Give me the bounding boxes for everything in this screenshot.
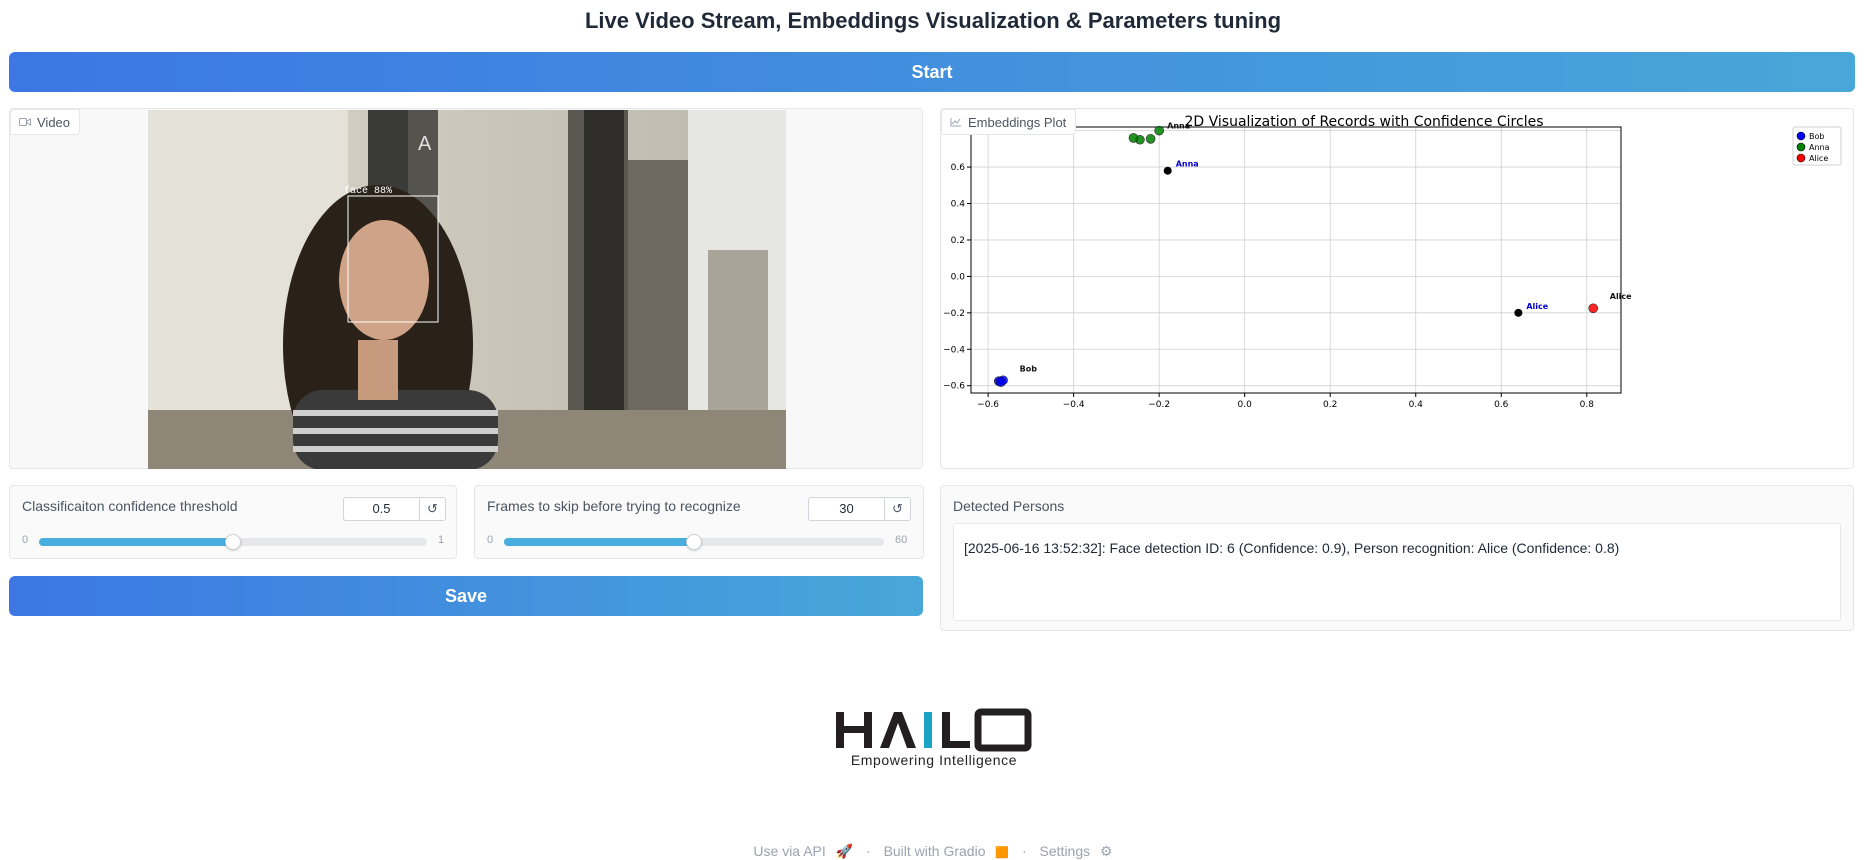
gradio-logo-icon: 🟧 [995,847,1010,859]
frames-skip-value[interactable]: 30 [809,498,885,520]
x-tick-label: −0.2 [1148,400,1170,410]
legend-label: Anna [1809,143,1830,152]
logo-tagline: Empowering Intelligence [850,752,1018,768]
y-tick-label: 0.4 [951,200,966,210]
data-point-bob [996,377,1006,387]
settings-text[interactable]: Settings [1040,843,1091,859]
x-tick-label: 0.2 [1323,400,1337,410]
confidence-threshold-label: Classificaiton confidence threshold [22,498,238,514]
point-annotation: Alice [1526,302,1548,311]
plot-label: Embeddings Plot [941,109,1077,135]
legend-label: Bob [1809,132,1824,141]
reference-point [1163,166,1172,175]
point-annotation: Anna [1176,160,1199,169]
frames-skip-fill [504,538,694,546]
data-point-alice [1588,303,1599,314]
y-tick-label: 0.0 [951,272,966,282]
confidence-track[interactable] [39,534,427,550]
page-title: Live Video Stream, Embeddings Visualizat… [584,8,1282,33]
frames-skip-thumb[interactable] [686,534,702,550]
face-box-label: face 88% [344,185,392,197]
video-frame-image: A face 88% [148,110,786,469]
save-button[interactable]: Save [9,576,923,616]
data-point-anna [1154,125,1164,136]
confidence-threshold-slider: Classificaiton confidence threshold 0.5 … [9,485,457,559]
confidence-number-input[interactable]: 0.5 ↺ [343,497,446,521]
legend-marker [1796,131,1806,141]
embeddings-chart: 2D Visualization of Records with Confide… [943,114,1842,410]
confidence-max: 1 [438,534,445,546]
rocket-icon: 🚀 [835,843,854,859]
plot-panel: Embeddings Plot 2D Visualization of Reco… [940,108,1854,469]
confidence-fill [39,538,233,546]
reference-point [1514,308,1523,317]
frames-skip-min: 0 [487,534,494,546]
confidence-thumb[interactable] [225,534,241,550]
confidence-min: 0 [22,534,29,546]
x-tick-label: −0.4 [1063,400,1085,410]
x-tick-label: 0.8 [1580,400,1595,410]
data-point-anna [1128,133,1139,143]
detected-persons-label: Detected Persons [953,498,1065,514]
legend-marker [1796,153,1806,163]
x-tick-label: 0.0 [1238,400,1253,410]
y-tick-label: 0.2 [951,236,965,246]
detected-persons-textbox[interactable]: [2025-06-16 13:52:32]: Face detection ID… [953,523,1841,621]
reset-icon[interactable]: ↺ [885,498,910,520]
footer: Use via API 🚀 · Built with Gradio 🟧 · Se… [0,843,1866,860]
detected-persons-panel: Detected Persons [2025-06-16 13:52:32]: … [940,485,1854,631]
gear-icon: ⚙ [1100,843,1113,859]
data-point-anna [1145,134,1156,144]
chart-icon [950,118,961,127]
frames-skip-slider: Frames to skip before trying to recogniz… [474,485,924,559]
y-tick-label: −0.2 [943,309,965,319]
footer-separator: · [1021,843,1027,859]
start-button[interactable]: Start [9,52,1855,92]
frames-skip-label: Frames to skip before trying to recogniz… [487,498,741,514]
video-camera-icon [19,118,31,126]
settings-link[interactable]: Settings ⚙ [1037,843,1116,859]
video-stream: A face 88% [148,110,786,469]
video-label-text: Video [37,114,71,130]
frames-skip-max: 60 [895,534,908,546]
point-annotation: Anna [1167,121,1190,130]
use-via-api-text[interactable]: Use via API [753,843,825,859]
x-tick-label: 0.6 [1494,400,1509,410]
use-via-api-link[interactable]: Use via API 🚀 [750,843,856,859]
y-tick-label: −0.6 [943,382,965,392]
built-with-gradio-text[interactable]: Built with Gradio [884,843,986,859]
point-annotation: Alice [1610,292,1632,301]
video-label: Video [10,109,81,135]
confidence-value[interactable]: 0.5 [344,498,420,520]
video-panel: Video A face 88% [9,108,923,469]
svg-text:A: A [418,133,432,155]
point-annotation: Bob [1020,365,1038,374]
plot-label-text: Embeddings Plot [968,114,1067,130]
legend-marker [1796,142,1806,152]
chart-title: 2D Visualization of Records with Confide… [1184,114,1543,130]
legend-label: Alice [1809,154,1828,163]
built-with-gradio-link[interactable]: Built with Gradio 🟧 [881,843,1013,859]
y-tick-label: −0.4 [943,345,965,355]
app-page: Live Video Stream, Embeddings Visualizat… [0,0,1866,860]
x-tick-label: −0.6 [977,400,999,410]
y-tick-label: 0.6 [951,163,966,173]
reset-icon[interactable]: ↺ [420,498,445,520]
frames-skip-track[interactable] [504,534,884,550]
footer-separator: · [866,843,871,859]
frames-skip-number-input[interactable]: 30 ↺ [808,497,911,521]
x-tick-label: 0.4 [1409,400,1424,410]
